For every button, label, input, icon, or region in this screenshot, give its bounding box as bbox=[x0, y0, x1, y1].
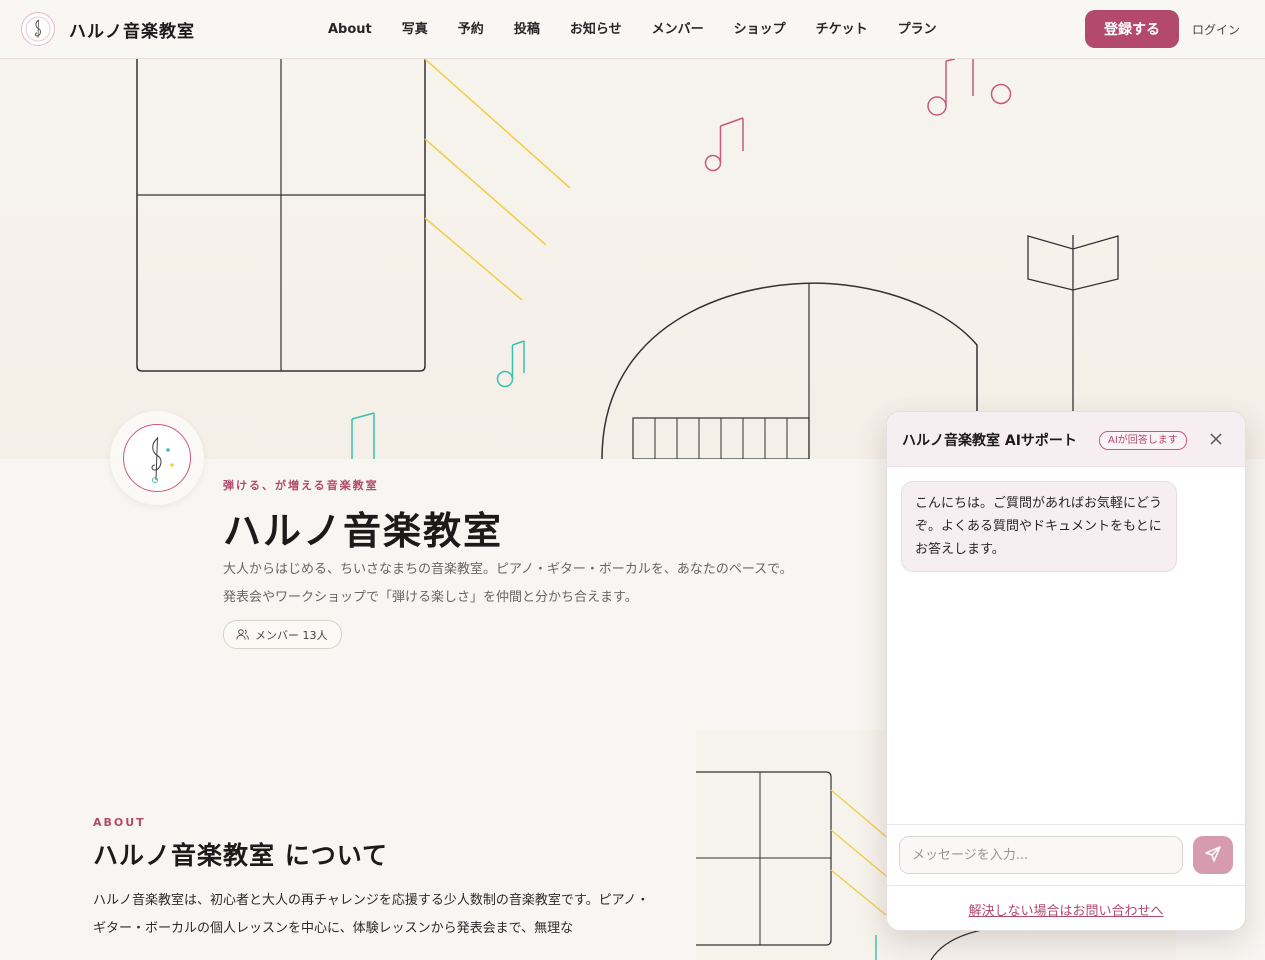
main-nav: About 写真 予約 投稿 お知らせ メンバー ショップ チケット プラン bbox=[313, 20, 952, 40]
brand-name: ハルノ音楽教室 bbox=[69, 21, 195, 42]
member-count-chip[interactable]: メンバー 13人 bbox=[223, 620, 342, 649]
assistant-message: こんにちは。ご質問があればお気軽にどうぞ。よくある質問やドキュメントをもとにお答… bbox=[901, 481, 1177, 572]
member-count-label: メンバー 13人 bbox=[255, 628, 328, 642]
nav-item-shop[interactable]: ショップ bbox=[734, 20, 786, 40]
top-navigation-bar: ハルノ音楽教室 About 写真 予約 投稿 お知らせ メンバー ショップ チケ… bbox=[0, 0, 1265, 59]
nav-item-members[interactable]: メンバー bbox=[652, 20, 704, 40]
nav-item-plans[interactable]: プラン bbox=[898, 20, 937, 40]
hero-description: 大人からはじめる、ちいさなまちの音楽教室。ピアノ・ギター・ボーカルを、あなたのペ… bbox=[223, 556, 863, 612]
ai-support-chat: ハルノ音楽教室 AIサポート AIが回答します こんにちは。ご質問があればお気軽… bbox=[886, 411, 1246, 931]
hero-description-line: 大人からはじめる、ちいさなまちの音楽教室。ピアノ・ギター・ボーカルを、あなたのペ… bbox=[223, 562, 793, 577]
send-button[interactable] bbox=[1193, 836, 1233, 874]
treble-clef-icon bbox=[123, 424, 191, 492]
page-title: ハルノ音楽教室 bbox=[223, 509, 504, 553]
register-button[interactable]: 登録する bbox=[1085, 10, 1179, 48]
ai-badge: AIが回答します bbox=[1099, 431, 1187, 450]
nav-item-news[interactable]: お知らせ bbox=[570, 20, 622, 40]
chat-title: ハルノ音楽教室 AIサポート bbox=[902, 433, 1077, 449]
login-link[interactable]: ログイン bbox=[1192, 21, 1240, 38]
hero-tagline: 弾ける、が増える音楽教室 bbox=[223, 479, 379, 492]
send-icon bbox=[1205, 845, 1221, 862]
members-icon bbox=[236, 629, 249, 640]
hero-description-line: 発表会やワークショップで「弾ける楽しさ」を仲間と分かち合えます。 bbox=[223, 590, 638, 605]
about-title: ハルノ音楽教室 について bbox=[93, 841, 388, 870]
nav-item-tickets[interactable]: チケット bbox=[816, 20, 868, 40]
close-icon[interactable] bbox=[1207, 430, 1225, 448]
message-input[interactable] bbox=[899, 836, 1183, 874]
nav-item-photos[interactable]: 写真 bbox=[402, 20, 428, 40]
brand[interactable]: ハルノ音楽教室 bbox=[21, 12, 195, 46]
chat-footer: 解決しない場合はお問い合わせへ bbox=[887, 885, 1245, 930]
about-kicker: ABOUT bbox=[93, 816, 146, 829]
school-avatar bbox=[110, 411, 204, 505]
brand-logo-icon bbox=[21, 12, 55, 46]
about-body: ハルノ音楽教室は、初心者と大人の再チャレンジを応援する少人数制の音楽教室です。ピ… bbox=[93, 893, 650, 936]
nav-item-posts[interactable]: 投稿 bbox=[514, 20, 540, 40]
chat-input-bar bbox=[887, 824, 1245, 885]
contact-link[interactable]: 解決しない場合はお問い合わせへ bbox=[968, 900, 1163, 919]
nav-item-about[interactable]: About bbox=[328, 20, 372, 40]
hero-illustration bbox=[0, 59, 1265, 459]
chat-header: ハルノ音楽教室 AIサポート AIが回答します bbox=[887, 412, 1245, 467]
nav-item-reservation[interactable]: 予約 bbox=[458, 20, 484, 40]
